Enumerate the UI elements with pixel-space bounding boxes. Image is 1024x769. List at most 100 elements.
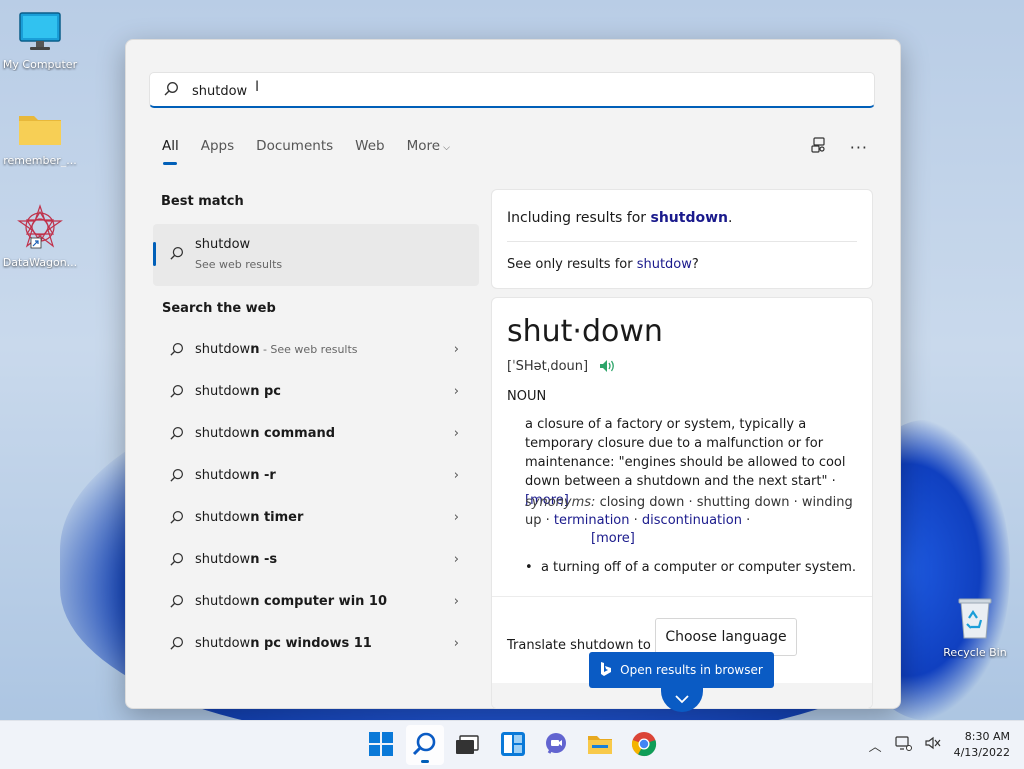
clock[interactable]: 8:30 AM 4/13/2022 — [954, 729, 1010, 761]
suggestion-text: shutdown -r — [195, 468, 276, 483]
recycle-bin-icon — [935, 596, 1015, 643]
chevron-up-icon[interactable]: ︿ — [869, 736, 882, 755]
text-cursor-icon: I — [255, 79, 260, 95]
synonym-link[interactable]: termination — [554, 513, 630, 528]
desktop-icon-my-computer[interactable]: My Computer — [0, 12, 80, 71]
suggestion-text: shutdown timer — [195, 510, 304, 525]
suggestion-text: shutdown computer win 10 — [195, 594, 388, 609]
more-link[interactable]: [more] — [591, 531, 635, 546]
best-match-subtitle: See web results — [195, 258, 283, 271]
teams-chat-icon[interactable] — [543, 731, 571, 759]
chevron-right-icon: › — [453, 468, 459, 483]
volume-muted-icon[interactable] — [924, 735, 942, 755]
taskbar: ︿ 8:30 AM 4/13/2022 — [0, 720, 1024, 769]
suggestion-text: shutdown pc windows 11 — [195, 636, 372, 651]
search-web-heading: Search the web — [162, 301, 276, 316]
open-in-browser-label: Open results in browser — [620, 663, 763, 677]
file-explorer-icon[interactable] — [587, 731, 615, 759]
best-match-title: shutdow — [195, 237, 251, 252]
chevron-right-icon: › — [453, 510, 459, 525]
part-of-speech: NOUN — [507, 389, 547, 404]
desktop-icon-folder[interactable]: remember_... — [0, 108, 80, 167]
open-in-browser-button[interactable]: Open results in browser — [589, 652, 774, 688]
search-icon — [169, 552, 184, 571]
search-icon — [169, 342, 184, 361]
tab-apps[interactable]: Apps — [201, 138, 234, 164]
network-icon[interactable] — [894, 735, 912, 755]
start-windows-icon[interactable] — [368, 731, 396, 759]
chevron-right-icon: › — [453, 384, 459, 399]
chrome-icon[interactable] — [631, 731, 659, 759]
star-polygon-icon — [0, 204, 80, 253]
synonym-link[interactable]: discontinuation — [642, 513, 742, 528]
definition-2: • a turning off of a computer or compute… — [525, 560, 856, 575]
filter-tabs: All Apps Documents Web More ⌵ — [162, 138, 472, 165]
tab-documents[interactable]: Documents — [256, 138, 333, 164]
dictionary-word: shut·down — [507, 314, 663, 349]
bing-logo-icon — [600, 661, 612, 680]
search-icon — [169, 636, 184, 655]
search-icon — [169, 426, 184, 445]
chevron-right-icon: › — [453, 636, 459, 651]
task-view-icon[interactable] — [454, 731, 482, 759]
search-icon — [169, 246, 184, 265]
system-tray: ︿ 8:30 AM 4/13/2022 — [869, 729, 1010, 761]
suggestion-text: shutdown -s — [195, 552, 278, 567]
desktop-icon-label: My Computer — [2, 58, 78, 71]
search-icon — [169, 384, 184, 403]
desktop-icon-label: Recycle Bin — [943, 646, 1007, 659]
chevron-right-icon: › — [453, 342, 459, 357]
dictionary-card: shut·down [ˈSHətˌdoun] NOUN a closure of… — [491, 297, 873, 709]
divider — [507, 241, 857, 242]
top-actions: ··· — [810, 136, 868, 158]
suggestion-text: shutdown command — [195, 426, 336, 441]
tab-web[interactable]: Web — [355, 138, 384, 164]
tab-more-label: More — [406, 138, 441, 154]
more-options-icon[interactable]: ··· — [850, 138, 868, 157]
clock-date: 4/13/2022 — [953, 746, 1010, 759]
web-suggestion[interactable]: shutdown computer win 10 › — [153, 582, 479, 624]
web-suggestion[interactable]: shutdown pc › — [153, 372, 479, 414]
web-suggestion[interactable]: shutdown command › — [153, 414, 479, 456]
chevron-right-icon: › — [453, 594, 459, 609]
synonyms: synonyms: closing down · shutting down ·… — [525, 495, 853, 546]
corrected-term-link[interactable]: shutdown — [651, 210, 729, 226]
web-suggestion[interactable]: shutdown -s › — [153, 540, 479, 582]
search-box[interactable]: I — [149, 72, 875, 108]
spelling-correction-card: Including results for shutdown. See only… — [491, 189, 873, 289]
search-icon — [163, 81, 179, 101]
folder-icon — [0, 108, 80, 151]
share-connected-icon[interactable] — [810, 136, 828, 158]
best-match-item[interactable]: shutdow See web results — [153, 224, 479, 286]
synonyms-label: synonyms: — [525, 495, 596, 510]
search-icon — [169, 468, 184, 487]
desktop-icon-recycle-bin[interactable]: Recycle Bin — [935, 596, 1015, 659]
suggestion-text: shutdown pc — [195, 384, 281, 399]
tab-more[interactable]: More ⌵ — [407, 138, 450, 164]
suggestion-text: shutdown - See web results — [195, 342, 358, 357]
chevron-right-icon: › — [453, 552, 459, 567]
search-icon — [169, 594, 184, 613]
divider — [492, 596, 872, 597]
choose-language-button[interactable]: Choose language — [655, 618, 797, 656]
original-term-link[interactable]: shutdow — [637, 257, 692, 272]
tab-all[interactable]: All — [162, 138, 179, 165]
clock-time: 8:30 AM — [964, 730, 1010, 743]
desktop-icon-label: DataWagon... — [2, 256, 78, 269]
chevron-right-icon: › — [453, 426, 459, 441]
web-suggestion[interactable]: shutdown pc windows 11 › — [153, 624, 479, 666]
search-icon[interactable] — [412, 731, 440, 759]
widgets-icon[interactable] — [500, 731, 528, 759]
monitor-icon — [0, 12, 80, 55]
web-suggestion-list: shutdown - See web results › shutdown pc… — [153, 330, 479, 666]
search-input[interactable] — [190, 79, 844, 103]
web-suggestion[interactable]: shutdown - See web results › — [153, 330, 479, 372]
speaker-icon[interactable] — [598, 358, 616, 378]
web-suggestion[interactable]: shutdown timer › — [153, 498, 479, 540]
desktop-icon-label: remember_... — [3, 154, 77, 167]
web-suggestion[interactable]: shutdown -r › — [153, 456, 479, 498]
chevron-down-icon: ⌵ — [443, 143, 450, 153]
translate-label: Translate shutdown to — [507, 638, 651, 653]
including-results-text: Including results for shutdown. — [507, 210, 733, 226]
desktop-icon-datawagon[interactable]: DataWagon... — [0, 204, 80, 269]
